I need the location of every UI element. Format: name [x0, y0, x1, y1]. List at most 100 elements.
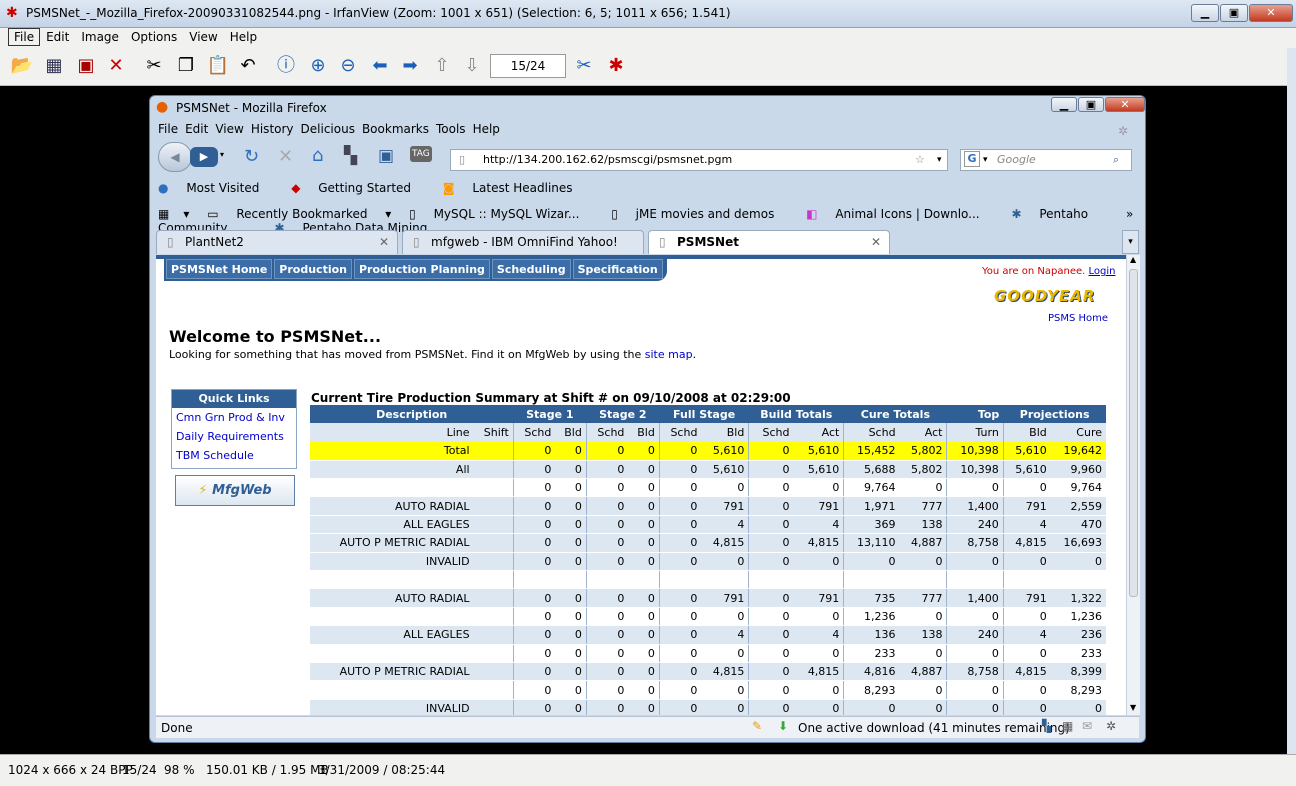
nav-specification[interactable]: Specification [572, 259, 663, 279]
ff-menu-bookmarks[interactable]: Bookmarks [362, 122, 429, 136]
ff-maximize-button[interactable]: ▣ [1078, 97, 1104, 112]
bookmark-recently-bookmarked[interactable]: ▭ Recently Bookmarked ▾ [207, 207, 391, 221]
vertical-scrollbar[interactable]: ▲ ▼ [1126, 255, 1140, 715]
status-grid-icon[interactable]: ▦ [1062, 719, 1073, 733]
home-icon[interactable]: ⌂ [312, 145, 323, 166]
mail-icon[interactable]: ✉ [1082, 719, 1092, 733]
screenshot-icon[interactable]: ▚ [344, 146, 357, 166]
ff-menu-help[interactable]: Help [473, 122, 500, 136]
scroll-up-icon[interactable]: ▲ [1130, 255, 1136, 264]
ff-close-button[interactable]: ✕ [1105, 97, 1145, 112]
table-cell: 240 [946, 515, 1004, 535]
url-dropdown-icon[interactable]: ▾ [937, 150, 942, 170]
last-page-icon[interactable]: ⇩ [460, 54, 484, 78]
tab-psmsnet[interactable]: ▯ PSMSNet ✕ [648, 230, 890, 254]
undo-icon[interactable]: ↶ [236, 54, 260, 78]
cut-icon[interactable]: ✂ [142, 54, 166, 78]
download-status[interactable]: One active download (41 minutes remainin… [798, 721, 1070, 735]
stop-icon[interactable]: ✕ [278, 146, 293, 167]
ff-menu-edit[interactable]: Edit [185, 122, 208, 136]
table-cell: 1,322 [1050, 588, 1106, 608]
menu-edit[interactable]: Edit [40, 28, 75, 46]
reload-icon[interactable]: ↻ [244, 146, 259, 167]
nav-psmsnet-home[interactable]: PSMSNet Home [166, 259, 273, 279]
download-icon[interactable]: ⬇ [778, 719, 788, 733]
close-button[interactable]: ✕ [1249, 4, 1293, 22]
table-cell [310, 570, 474, 590]
table-cell: 0 [793, 680, 845, 700]
table-cell: 735 [843, 588, 900, 608]
bookmark-most-visited[interactable]: ● Most Visited [158, 181, 273, 195]
nav-production[interactable]: Production [274, 259, 352, 279]
quick-link-tbm-schedule[interactable]: TBM Schedule [172, 446, 296, 465]
table-cell: 0 [659, 607, 702, 627]
copy-icon[interactable]: ❐ [174, 54, 198, 78]
info-icon[interactable]: ⓘ [274, 54, 298, 78]
bookmark-mysql[interactable]: ▯ MySQL :: MySQL Wizar... [409, 207, 593, 221]
gear-icon[interactable]: ✲ [1106, 719, 1116, 733]
scroll-down-icon[interactable]: ▼ [1130, 703, 1136, 712]
edit-icon[interactable]: ✎ [752, 719, 762, 733]
search-icon[interactable]: ⌕ [1113, 150, 1119, 170]
ff-menu-view[interactable]: View [215, 122, 243, 136]
forward-button[interactable]: ▶ [190, 147, 218, 167]
bookmark-getting-started[interactable]: ◆ Getting Started [291, 181, 425, 195]
bookmark-latest-headlines[interactable]: ◙ Latest Headlines [443, 181, 587, 195]
login-link[interactable]: Login [1089, 266, 1116, 277]
settings-icon[interactable]: ✂ [572, 54, 596, 78]
scroll-thumb[interactable] [1129, 269, 1138, 597]
tab-mfgweb[interactable]: ▯mfgweb - IBM OmniFind Yahoo! Ed... [402, 230, 644, 271]
ff-menu-tools[interactable]: Tools [436, 122, 466, 136]
delete-icon[interactable]: ✕ [104, 54, 128, 78]
search-engine-dropdown-icon[interactable]: ▾ [983, 150, 988, 170]
tab-close-icon[interactable]: ✕ [871, 231, 881, 253]
menu-view[interactable]: View [183, 28, 223, 46]
ff-menu-history[interactable]: History [251, 122, 294, 136]
menu-help[interactable]: Help [224, 28, 263, 46]
google-icon[interactable]: G [964, 151, 980, 167]
slideshow-icon[interactable]: ▦ [42, 54, 66, 78]
bookmark-menu-button[interactable]: ▦ ▾ [158, 207, 189, 221]
paste-icon[interactable]: 📋 [206, 54, 230, 78]
bookmarks-overflow[interactable]: » [1126, 207, 1133, 221]
star-icon[interactable]: ☆ [915, 150, 925, 170]
quick-link-cmn-grn[interactable]: Cmn Grn Prod & Inv [172, 408, 296, 427]
tab-plantnet2[interactable]: ▯ PlantNet2 ✕ [156, 230, 398, 254]
open-folder-icon[interactable]: 📂 [10, 54, 34, 78]
nav-production-planning[interactable]: Production Planning [353, 259, 490, 279]
psms-home-link[interactable]: PSMS Home [1048, 313, 1108, 324]
url-bar[interactable]: ▯ http://134.200.162.62/psmscgi/psmsnet.… [450, 149, 948, 171]
menu-image[interactable]: Image [75, 28, 125, 46]
bookmark-page-icon[interactable]: ▣ [378, 146, 394, 166]
history-dropdown-icon[interactable]: ▾ [220, 150, 224, 159]
ff-menu-file[interactable]: File [158, 122, 178, 136]
tag-icon[interactable]: TAG [410, 146, 432, 162]
tab-list-button[interactable]: ▾ [1122, 230, 1139, 254]
maximize-button[interactable]: ▣ [1220, 4, 1248, 22]
menu-file[interactable]: File [8, 28, 41, 46]
status-app-icon[interactable]: ▚ [1042, 719, 1051, 733]
site-map-link[interactable]: site map [645, 348, 693, 361]
mfgweb-button[interactable]: ⚡ MfgWeb [175, 475, 295, 506]
ff-minimize-button[interactable]: ▁ [1051, 97, 1077, 112]
next-icon[interactable]: ➡ [398, 54, 422, 78]
page-counter[interactable]: 15/24 [490, 54, 566, 78]
tab-close-icon[interactable]: ✕ [379, 231, 389, 253]
back-button[interactable]: ◀ [158, 142, 192, 172]
bookmark-animal-icons[interactable]: ◧ Animal Icons | Downlo... [806, 207, 993, 221]
minimize-button[interactable]: ▁ [1191, 4, 1219, 22]
nav-scheduling[interactable]: Scheduling [491, 259, 571, 279]
goodyear-logo: GOODYEAR [994, 287, 1096, 305]
previous-icon[interactable]: ⬅ [368, 54, 392, 78]
bookmark-jme[interactable]: ▯ jME movies and demos [611, 207, 788, 221]
first-page-icon[interactable]: ⇧ [430, 54, 454, 78]
search-box[interactable]: G ▾ Google ⌕ [960, 149, 1132, 171]
save-icon[interactable]: ▣ [74, 54, 98, 78]
ff-menu-delicious[interactable]: Delicious [301, 122, 355, 136]
irfan-logo-icon[interactable]: ✱ [604, 54, 628, 78]
quick-link-daily-requirements[interactable]: Daily Requirements [172, 427, 296, 446]
zoom-in-icon[interactable]: ⊕ [306, 54, 330, 78]
zoom-out-icon[interactable]: ⊖ [336, 54, 360, 78]
group-cure-totals: Cure Totals [843, 405, 947, 424]
menu-options[interactable]: Options [125, 28, 183, 46]
